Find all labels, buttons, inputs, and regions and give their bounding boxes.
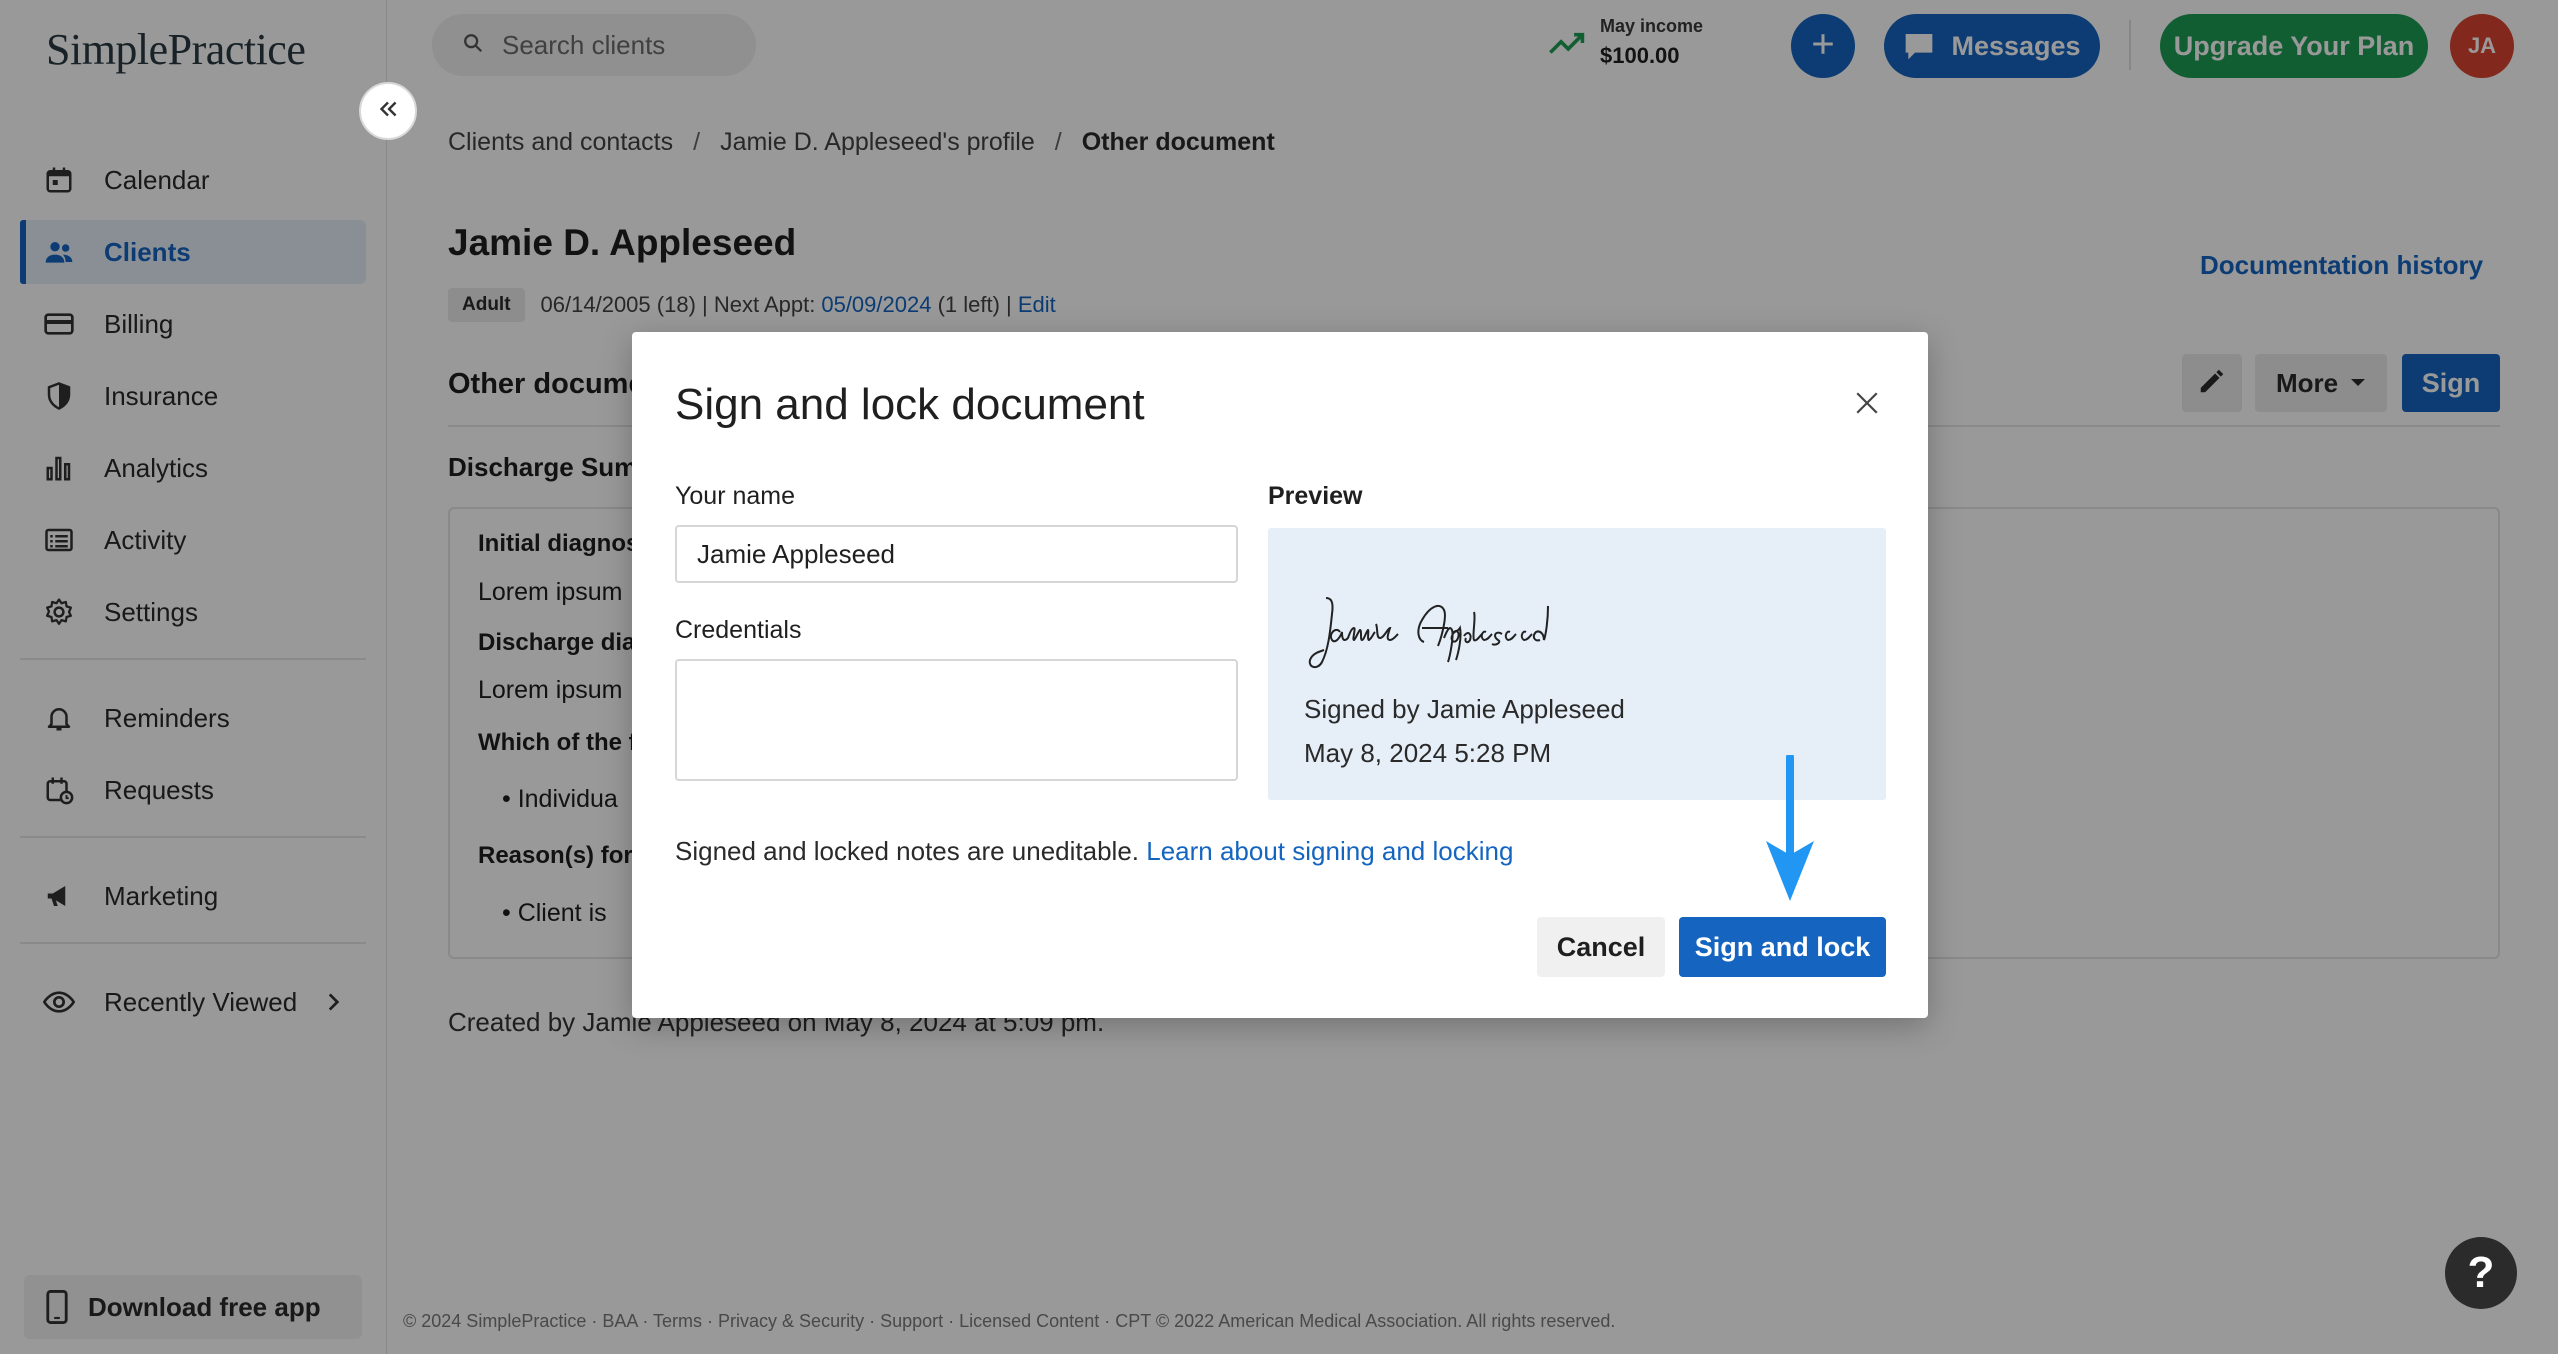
annotation-arrow-icon — [1766, 755, 1814, 901]
collapse-sidebar-button[interactable] — [359, 82, 417, 140]
sign-lock-note: Signed and locked notes are uneditable. … — [675, 836, 1513, 867]
sign-and-lock-button[interactable]: Sign and lock — [1679, 917, 1886, 977]
learn-signing-link[interactable]: Learn about signing and locking — [1146, 836, 1513, 866]
signed-date-text: May 8, 2024 5:28 PM — [1304, 738, 1552, 768]
signature-image — [1308, 597, 1549, 668]
your-name-input[interactable] — [675, 525, 1238, 583]
cancel-button[interactable]: Cancel — [1537, 917, 1665, 977]
note-text: Signed and locked notes are uneditable. — [675, 836, 1147, 866]
help-button[interactable]: ? — [2445, 1237, 2517, 1309]
your-name-label: Your name — [675, 482, 795, 510]
preview-label: Preview — [1268, 482, 1363, 510]
close-modal-button[interactable] — [1850, 388, 1884, 422]
credentials-field[interactable] — [675, 659, 1238, 781]
sign-lock-modal: Sign and lock document Your name Credent… — [632, 332, 1928, 1018]
credentials-label: Credentials — [675, 616, 802, 644]
signed-by-text: Signed by Jamie Appleseed — [1304, 694, 1625, 724]
double-chevron-left-icon — [375, 96, 401, 127]
modal-title: Sign and lock document — [675, 380, 1145, 429]
close-icon — [1854, 390, 1880, 421]
